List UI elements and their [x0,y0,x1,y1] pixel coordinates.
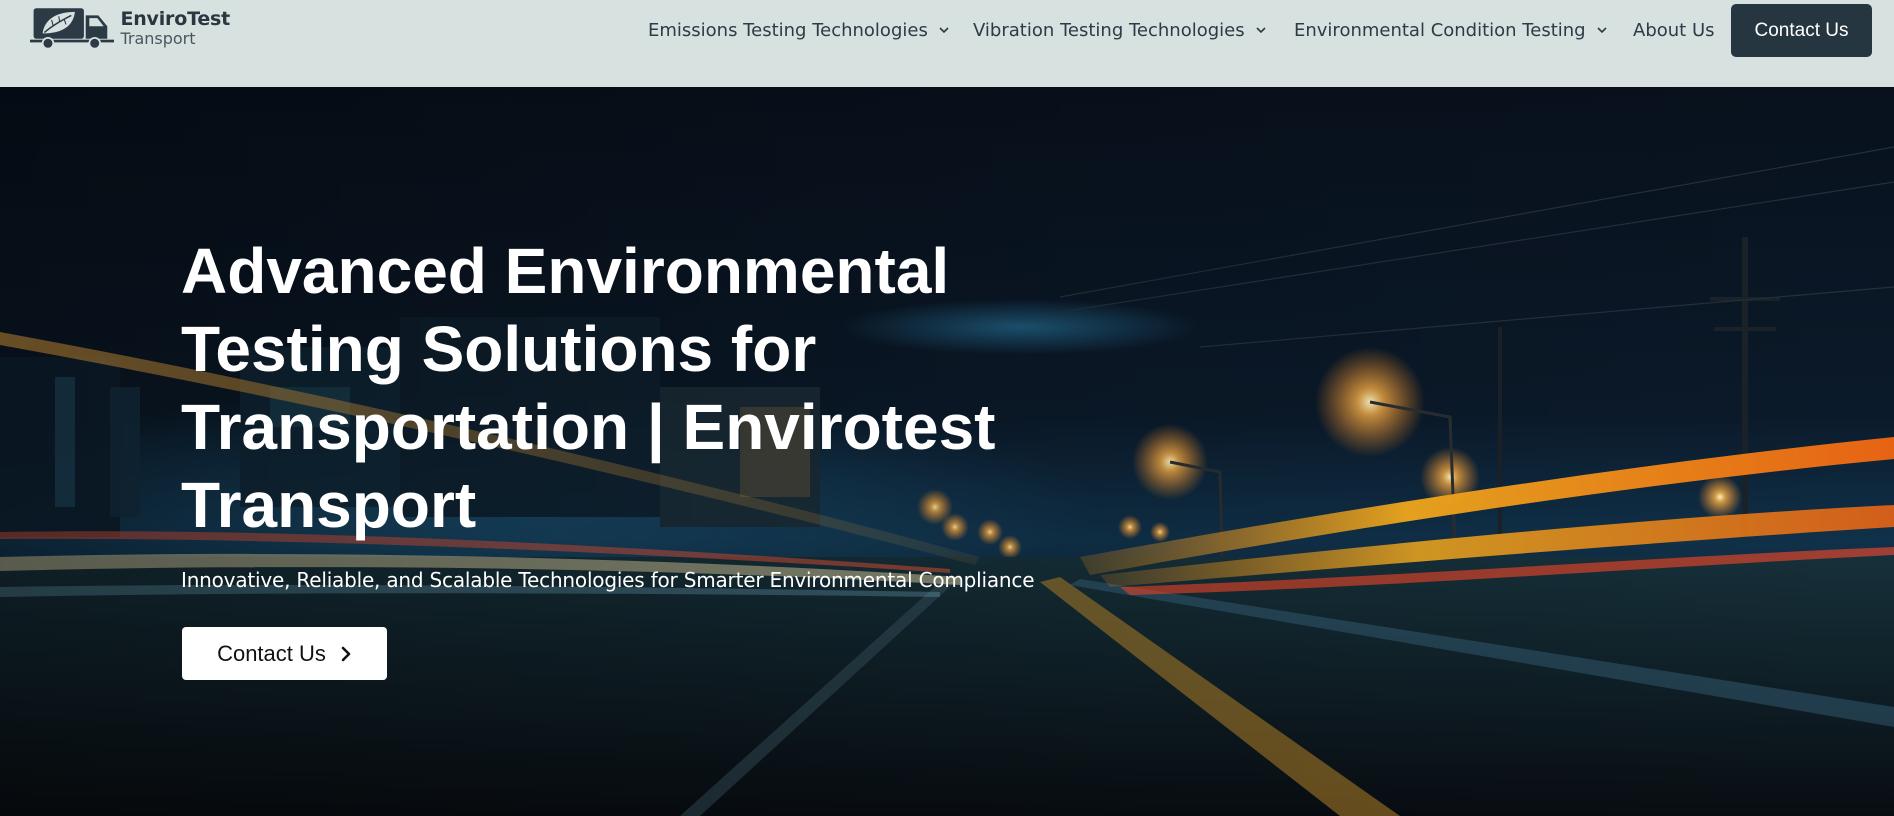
truck-leaf-logo-icon [30,8,115,50]
chevron-down-icon [1256,27,1266,34]
header-contact-button[interactable]: Contact Us [1731,4,1872,57]
site-logo[interactable]: EnviroTest Transport [30,2,230,54]
logo-text: EnviroTest Transport [120,10,230,47]
hero-contact-label: Contact Us [217,640,326,666]
nav-item-environmental-condition[interactable]: Environmental Condition Testing [1294,0,1608,60]
hero-contact-button[interactable]: Contact Us [182,627,387,680]
site-header: EnviroTest Transport Emissions Testing T… [0,0,1894,87]
nav-item-about-us[interactable]: About Us [1633,0,1715,60]
chevron-right-icon [341,646,351,661]
logo-title: EnviroTest [120,8,230,30]
page: EnviroTest Transport Emissions Testing T… [0,0,1894,816]
nav-item-label: About Us [1633,19,1715,41]
hero-section: Advanced Environmental Testing Solutions… [0,87,1894,816]
hero-subtitle: Innovative, Reliable, and Scalable Techn… [181,568,1035,592]
nav-item-label: Emissions Testing Technologies [648,19,928,41]
nav-item-vibration-testing[interactable]: Vibration Testing Technologies [973,0,1267,60]
chevron-down-icon [939,27,949,34]
logo-subtitle: Transport [120,29,196,48]
nav-item-label: Vibration Testing Technologies [973,19,1245,41]
nav-item-emissions-testing[interactable]: Emissions Testing Technologies [648,0,950,60]
hero-title: Advanced Environmental Testing Solutions… [181,235,996,541]
chevron-down-icon [1597,27,1607,34]
nav-item-label: Environmental Condition Testing [1294,19,1586,41]
